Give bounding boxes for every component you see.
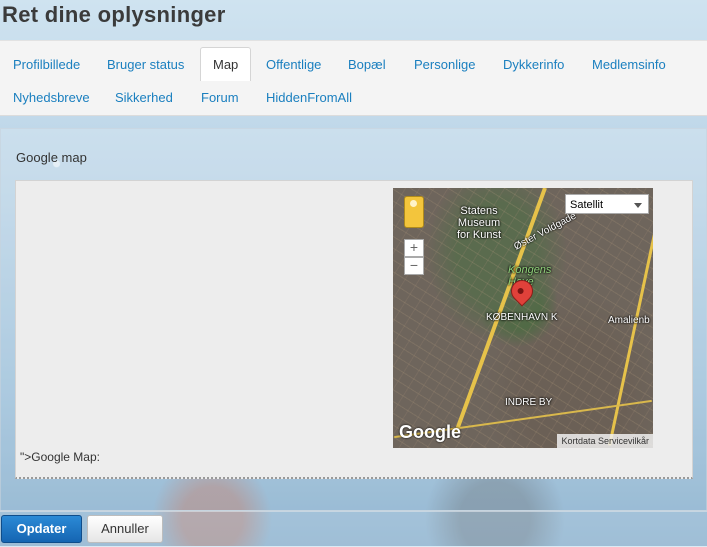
map-type-value: Satellit: [570, 199, 604, 211]
tab-hiddenfromall[interactable]: HiddenFromAll: [266, 90, 352, 105]
tab-personlige[interactable]: Personlige: [414, 57, 475, 72]
map-type-select[interactable]: Satellit: [565, 194, 649, 214]
tab-bar: [0, 40, 707, 116]
chevron-down-icon: [634, 203, 642, 208]
tab-offentlige[interactable]: Offentlige: [266, 57, 321, 72]
tab-bopael[interactable]: Bopæl: [348, 57, 386, 72]
map-label-amalienborg: Amalienb: [608, 315, 650, 326]
google-map[interactable]: Statens Museum for Kunst Øster Voldgade …: [393, 188, 653, 448]
zoom-out-button[interactable]: −: [404, 257, 424, 275]
tab-map[interactable]: Map: [200, 47, 252, 81]
tab-medlemsinfo[interactable]: Medlemsinfo: [592, 57, 666, 72]
tab-bruger-status[interactable]: Bruger status: [107, 57, 184, 72]
map-label-city: KØBENHAVN K: [486, 312, 558, 323]
cancel-button[interactable]: Annuller: [87, 515, 163, 543]
map-attribution[interactable]: Kortdata Servicevilkår: [557, 434, 653, 448]
google-map-label: Google map: [16, 150, 87, 165]
tab-sikkerhed[interactable]: Sikkerhed: [115, 90, 173, 105]
map-field-caption: ">Google Map:: [20, 450, 100, 464]
google-logo: Google: [399, 422, 461, 442]
tab-forum[interactable]: Forum: [201, 90, 239, 105]
street-view-pegman-icon[interactable]: [404, 196, 424, 228]
map-label-museum: Statens Museum for Kunst: [457, 205, 502, 241]
page-title: Ret dine oplysninger: [2, 2, 226, 27]
tab-nyhedsbreve[interactable]: Nyhedsbreve: [13, 90, 90, 105]
tab-dykkerinfo[interactable]: Dykkerinfo: [503, 57, 564, 72]
map-label-street: Øster Voldgade: [512, 210, 579, 253]
submit-button[interactable]: Opdater: [1, 515, 82, 543]
map-label-district: INDRE BY: [505, 397, 553, 408]
tab-profilbillede[interactable]: Profilbillede: [13, 57, 80, 72]
zoom-in-button[interactable]: +: [404, 239, 424, 257]
map-road: [608, 210, 653, 446]
